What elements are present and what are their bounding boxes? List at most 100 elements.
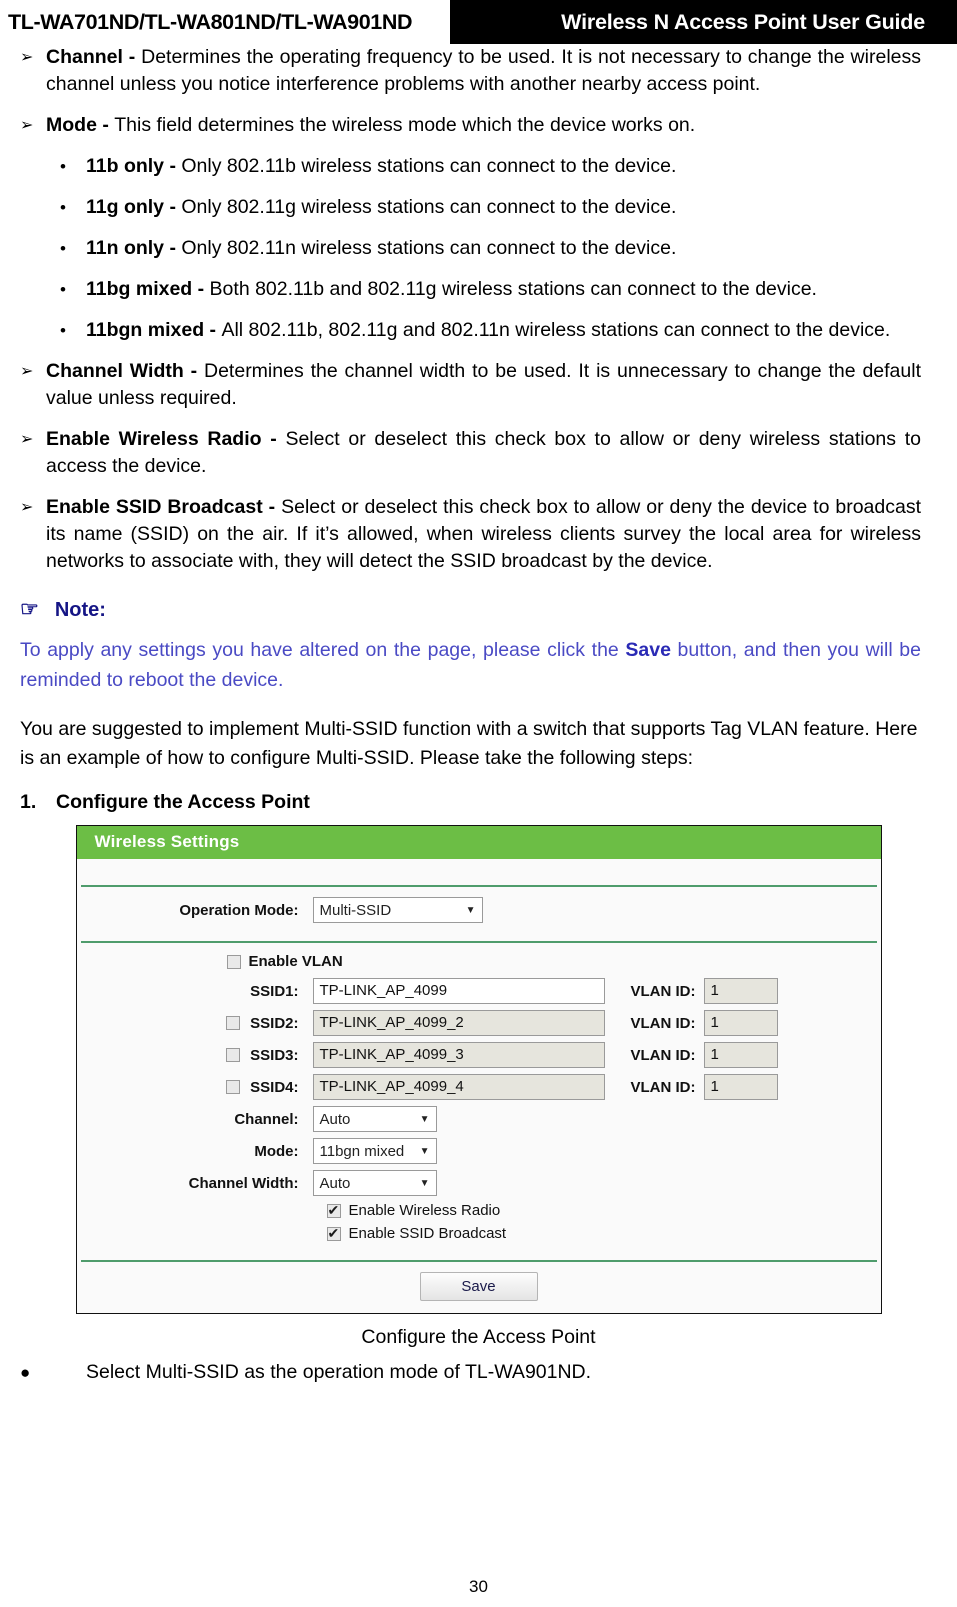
mode-option-11n: • 11n only - Only 802.11n wireless statio… [0, 235, 957, 262]
ssid3-checkbox[interactable] [226, 1048, 241, 1062]
mode-option-11bgn-text: All 802.11b, 802.11g and 802.11n wireles… [221, 319, 891, 341]
header-model-text: TL-WA701ND/TL-WA801ND/TL-WA901ND [8, 9, 413, 34]
dot-bullet-icon: • [60, 280, 66, 299]
ssid2-vlan-input[interactable]: 1 [703, 1010, 778, 1036]
ssid4-label: SSID4: [250, 1078, 299, 1096]
operation-mode-label: Operation Mode: [179, 901, 299, 919]
ssid2-label: SSID2: [250, 1014, 299, 1032]
bullet-channel: ➢ Channel - Determines the operating freq… [0, 44, 957, 98]
ssid3-label-slot: SSID3: [77, 1047, 313, 1064]
ssid2-checkbox[interactable] [226, 1016, 241, 1030]
intro-paragraph: You are suggested to implement Multi-SSI… [20, 718, 918, 769]
mode-select[interactable]: 11bgn mixed ▼ [312, 1138, 437, 1164]
mode-option-11g-label: 11g only - [86, 196, 182, 218]
note-text-before: To apply any settings you have altered o… [20, 639, 626, 661]
header-guide-title: Wireless N Access Point User Guide [561, 9, 925, 34]
pointing-hand-icon: ☞ [20, 598, 39, 621]
bullet-enable-wireless-radio: ➢ Enable Wireless Radio - Select or desel… [0, 426, 957, 480]
ssid1-vlan-label: VLAN ID: [630, 982, 696, 1000]
mode-option-11n-label: 11n only - [86, 237, 182, 259]
bullet-channel-width-label: Channel Width - [46, 360, 204, 382]
save-button[interactable]: Save [419, 1272, 538, 1301]
channel-label: Channel: [234, 1110, 299, 1128]
bullet-enable-ssid-broadcast-label: Enable SSID Broadcast - [46, 496, 282, 518]
enable-vlan-row: Enable VLAN [226, 953, 881, 970]
step-number: 1. [20, 791, 37, 813]
channel-value: Auto [319, 1110, 351, 1128]
bullet-mode-label: Mode - [46, 114, 115, 136]
wireless-settings-panel: Wireless Settings Operation Mode: Multi-… [75, 825, 882, 1314]
arrow-bullet-icon: ➢ [20, 499, 34, 516]
ssid2-input[interactable]: TP-LINK_AP_4099_2 [312, 1010, 605, 1036]
final-bullet-text: Select Multi-SSID as the operation mode … [86, 1361, 592, 1383]
mode-option-11b: • 11b only - Only 802.11b wireless statio… [0, 153, 957, 180]
channel-width-row: Channel Width: Auto ▼ [77, 1170, 881, 1196]
mode-value: 11bgn mixed [319, 1142, 405, 1160]
step-title: Configure the Access Point [56, 791, 310, 813]
mode-option-11bg-label: 11bg mixed - [86, 278, 210, 300]
chevron-down-icon: ▼ [419, 1177, 430, 1189]
mode-option-11bgn-label: 11bgn mixed - [86, 319, 222, 341]
bullet-channel-label: Channel - [46, 46, 142, 68]
router-panel-wrapper: Wireless Settings Operation Mode: Multi-… [0, 825, 957, 1314]
enable-wireless-radio-row: Enable Wireless Radio [326, 1201, 881, 1219]
figure-caption: Configure the Access Point [361, 1326, 596, 1348]
channel-width-label: Channel Width: [188, 1174, 299, 1192]
ssid4-checkbox[interactable] [226, 1080, 241, 1094]
mode-option-11bg: • 11bg mixed - Both 802.11b and 802.11g w… [0, 276, 957, 303]
panel-spacer [76, 859, 881, 885]
chevron-down-icon: ▼ [419, 1145, 430, 1157]
channel-width-select[interactable]: Auto ▼ [312, 1170, 437, 1196]
bullet-channel-text: Determines the operating frequency to be… [46, 46, 921, 95]
mode-option-11b-text: Only 802.11b wireless stations can conne… [181, 155, 677, 177]
enable-wireless-radio-label: Enable Wireless Radio [348, 1202, 501, 1219]
ssid4-vlan-label: VLAN ID: [630, 1078, 696, 1096]
ssid4-row: SSID4: TP-LINK_AP_4099_4 VLAN ID: 1 [77, 1074, 881, 1100]
ssid4-label-slot: SSID4: [77, 1079, 313, 1096]
document-content: ➢ Channel - Determines the operating freq… [0, 44, 957, 1400]
dot-bullet-icon: • [60, 321, 66, 340]
channel-width-value: Auto [319, 1174, 351, 1192]
note-body: To apply any settings you have altered o… [20, 635, 921, 695]
page-header: TL-WA701ND/TL-WA801ND/TL-WA901ND Wireles… [0, 0, 957, 44]
channel-row: Channel: Auto ▼ [77, 1106, 881, 1132]
ssid1-vlan-input[interactable]: 1 [703, 978, 778, 1004]
ssid3-vlan-label: VLAN ID: [630, 1046, 696, 1064]
bullet-enable-ssid-broadcast: ➢ Enable SSID Broadcast - Select or desel… [0, 494, 957, 575]
panel-title: Wireless Settings [76, 826, 881, 859]
ssid4-input[interactable]: TP-LINK_AP_4099_4 [312, 1074, 605, 1100]
enable-ssid-broadcast-checkbox[interactable] [326, 1224, 341, 1242]
chevron-down-icon: ▼ [419, 1113, 430, 1125]
header-model-box: TL-WA701ND/TL-WA801ND/TL-WA901ND [0, 0, 450, 44]
enable-vlan-label: Enable VLAN [248, 953, 343, 970]
mode-row: Mode: 11bgn mixed ▼ [77, 1138, 881, 1164]
operation-mode-select[interactable]: Multi-SSID ▼ [312, 897, 483, 923]
final-bullet: ● Select Multi-SSID as the operation mode… [0, 1359, 957, 1386]
ssid3-input[interactable]: TP-LINK_AP_4099_3 [312, 1042, 605, 1068]
channel-select[interactable]: Auto ▼ [312, 1106, 437, 1132]
step-heading-configure-ap: 1. Configure the Access Point [0, 789, 957, 815]
note-heading-label: Note: [54, 599, 106, 621]
dot-bullet-icon: • [60, 157, 66, 176]
enable-wireless-radio-checkbox[interactable] [326, 1201, 341, 1219]
bullet-enable-wireless-radio-label: Enable Wireless Radio - [46, 428, 286, 450]
enable-vlan-checkbox[interactable] [226, 954, 241, 969]
wireless-settings-section: Enable VLAN SSID1: TP-LINK_AP_4099 VLAN … [76, 943, 881, 1260]
operation-mode-row: Operation Mode: Multi-SSID ▼ [77, 897, 881, 923]
ssid1-input[interactable]: TP-LINK_AP_4099 [312, 978, 605, 1004]
save-area: Save [76, 1262, 881, 1313]
note-save-word: Save [625, 639, 671, 661]
arrow-bullet-icon: ➢ [20, 363, 34, 380]
chevron-down-icon: ▼ [465, 904, 476, 916]
ssid1-row: SSID1: TP-LINK_AP_4099 VLAN ID: 1 [77, 978, 881, 1004]
mode-option-11bg-text: Both 802.11b and 802.11g wireless statio… [209, 278, 817, 300]
ssid2-row: SSID2: TP-LINK_AP_4099_2 VLAN ID: 1 [77, 1010, 881, 1036]
ssid3-vlan-input[interactable]: 1 [703, 1042, 778, 1068]
page-number: 30 [469, 1577, 488, 1596]
mode-option-11bgn: • 11bgn mixed - All 802.11b, 802.11g and … [0, 317, 957, 344]
ssid2-vlan-label: VLAN ID: [630, 1014, 696, 1032]
arrow-bullet-icon: ➢ [20, 49, 34, 66]
enable-ssid-broadcast-row: Enable SSID Broadcast [326, 1224, 881, 1242]
ssid4-vlan-input[interactable]: 1 [703, 1074, 778, 1100]
mode-label: Mode: [254, 1142, 299, 1160]
